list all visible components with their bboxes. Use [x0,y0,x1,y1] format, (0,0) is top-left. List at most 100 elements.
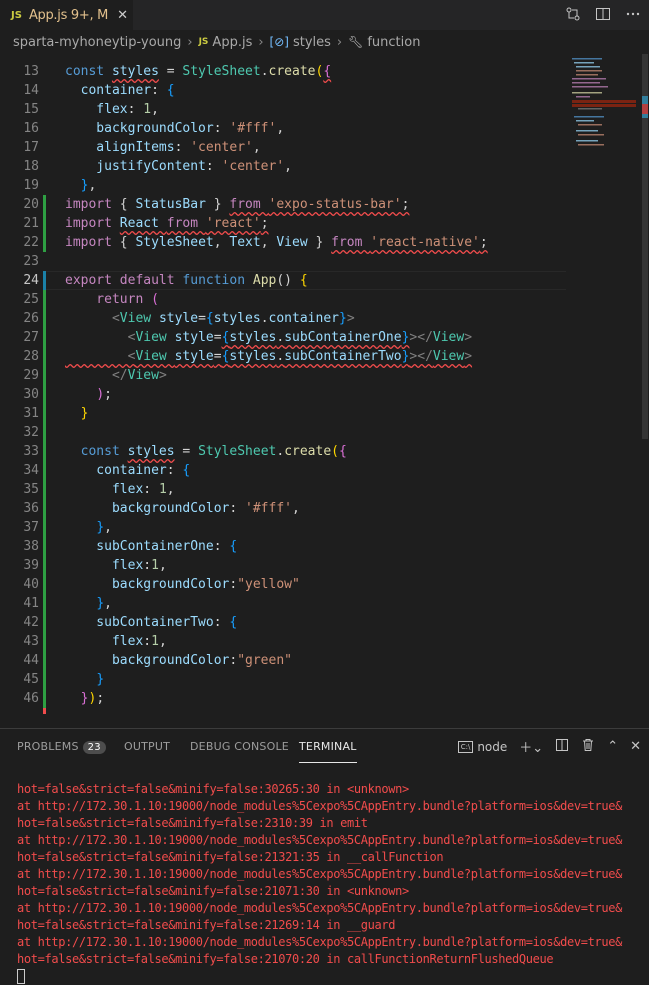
breadcrumb-symbol-function[interactable]: function [367,35,420,50]
code-token: : [143,482,159,497]
code-token: , [158,558,167,573]
code-token: { [205,311,214,326]
code-token: return [65,292,152,307]
code-token: : [174,140,191,155]
line-number: 35 [23,482,39,497]
code-line: 21 import React from 'react'; [0,214,560,233]
code-token: = [198,311,206,326]
tab-label: App.js 9+, M [28,7,109,23]
more-actions-icon[interactable] [625,6,641,26]
terminal-line: hot=false&strict=false&minify=false:2107… [17,884,409,898]
maximize-panel-icon[interactable]: ⌃ [607,739,618,754]
line-number: 42 [23,615,39,630]
code-token: style [158,311,199,326]
code-token: 1 [143,102,152,117]
split-editor-icon[interactable] [595,6,611,26]
code-token: = [158,64,183,79]
breadcrumb: sparta-myhoneytip-young › JS App.js › [⊘… [0,30,649,54]
code-token: 'react' [205,216,261,231]
code-token: 'center' [221,159,285,174]
code-text: } [65,404,89,423]
code-line: 15 flex: 1, [0,100,560,119]
minimap[interactable] [568,54,640,727]
code-text: backgroundColor:"green" [65,651,292,670]
code-token: subContainerTwo [284,349,402,364]
code-token: "green" [237,653,292,668]
code-text: }, [65,176,97,195]
code-token: </ [65,368,128,383]
code-token: } [338,311,347,326]
code-token: React [119,216,167,231]
code-token: alignItems [65,140,175,155]
code-token: , [252,140,261,155]
code-token: 1 [158,482,167,497]
code-line: 40 backgroundColor:"yellow" [0,575,560,594]
breadcrumb-symbol-styles[interactable]: styles [293,35,331,50]
code-token: = [213,330,222,345]
code-token: ; [96,691,105,706]
code-token: } [80,406,89,421]
code-text: }, [65,594,112,613]
tab-terminal[interactable]: TERMINAL [299,740,357,763]
new-terminal-icon[interactable]: ＋⌄ [519,737,543,756]
code-token: const [65,444,128,459]
code-token: () [276,273,300,288]
code-token: { [229,615,238,630]
editor-scrollbar[interactable] [640,54,649,727]
code-line: 38 subContainerOne: { [0,537,560,556]
line-number: 25 [23,292,39,307]
close-panel-icon[interactable]: ✕ [630,739,641,754]
javascript-file-icon: JS [11,9,22,21]
code-text: return ( [65,290,159,309]
breadcrumb-file[interactable]: App.js [212,35,252,50]
trash-icon[interactable] [581,738,595,756]
code-text: const styles = StyleSheet.create({ [65,442,347,461]
terminal-output[interactable]: hot=false&strict=false&minify=false:3026… [17,781,642,985]
code-text: }); [65,689,104,708]
code-token: : [229,501,246,516]
terminal-line: at http://172.30.1.10:19000/node_modules… [17,935,622,949]
code-token: { [119,197,136,212]
terminal-shell-selector[interactable]: C:\ node [457,740,507,754]
line-number: 36 [23,501,39,516]
code-line: 20 import { StatusBar } from 'expo-status… [0,195,560,214]
code-token: ; [104,387,112,402]
breadcrumb-folder[interactable]: sparta-myhoneytip-young [13,35,181,50]
code-editor[interactable]: 13 const styles = StyleSheet.create({14 c… [0,54,649,727]
editor-tab-bar: JS App.js 9+, M ✕ [0,0,649,30]
code-token: , [158,634,167,649]
code-token: App [252,273,277,288]
code-token: . [276,349,285,364]
code-token: : [213,539,230,554]
code-text: subContainerOne: { [65,537,237,556]
code-text: const styles = StyleSheet.create({ [65,62,331,81]
close-tab-icon[interactable]: ✕ [117,8,128,23]
code-token: style [174,349,214,364]
code-token: : [205,159,222,174]
code-token: . [260,64,269,79]
code-text: </View> [65,366,167,385]
code-token: ; [260,216,269,231]
code-line: 24 export default function App() { [0,271,560,290]
tab-problems[interactable]: PROBLEMS 23 [17,740,106,754]
tab-output[interactable]: OUTPUT [124,740,170,753]
code-text: backgroundColor: '#fff', [65,119,284,138]
terminal-line: hot=false&strict=false&minify=false:3026… [17,782,409,796]
variable-symbol-icon: [⊘] [269,35,289,49]
compare-changes-icon[interactable] [565,6,581,26]
line-number: 39 [23,558,39,573]
code-token: const [65,64,112,79]
code-token: } [96,520,105,535]
code-token: StyleSheet [182,64,261,79]
code-token: create [284,444,332,459]
code-token: } [96,672,105,687]
code-token: > [464,349,473,364]
split-terminal-icon[interactable] [555,738,569,756]
tab-app-js[interactable]: JS App.js 9+, M ✕ [0,0,133,30]
terminal-line: hot=false&strict=false&minify=false:2132… [17,850,444,864]
code-token: container [268,311,339,326]
tab-debug-console[interactable]: DEBUG CONSOLE [190,740,289,753]
terminal-line: hot=false&strict=false&minify=false:2126… [17,918,396,932]
